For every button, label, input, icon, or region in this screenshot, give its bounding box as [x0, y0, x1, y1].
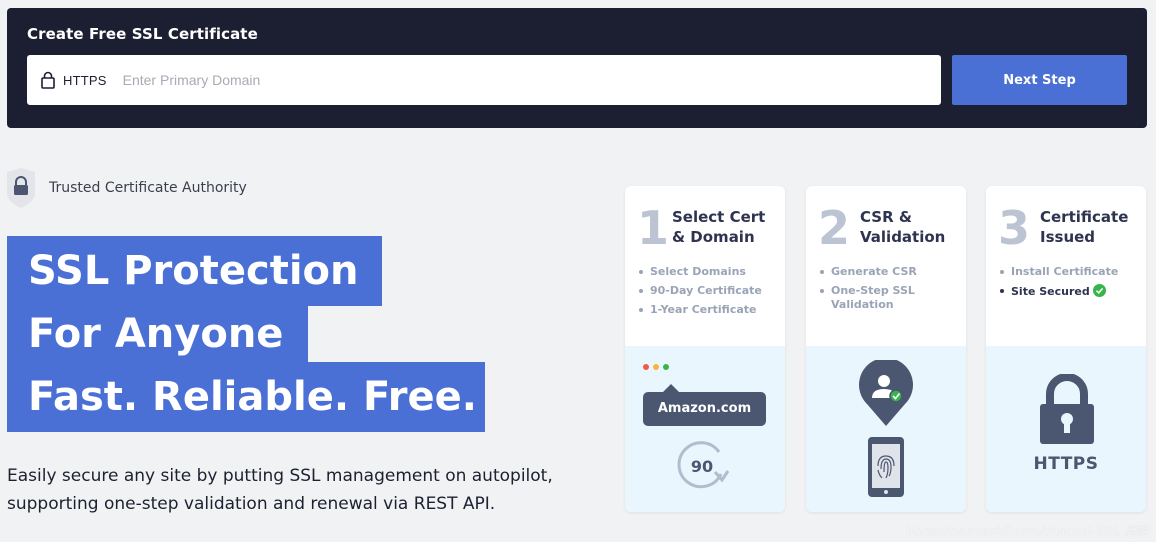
- step-checklist: Generate CSR One-Step SSL Validation: [820, 265, 960, 317]
- step-item: Generate CSR: [820, 265, 960, 279]
- banner-title: Create Free SSL Certificate: [27, 25, 258, 43]
- renewal-cycle-icon: 90: [675, 438, 735, 492]
- fingerprint-phone-icon: [867, 436, 905, 498]
- step-card-certificate-issued: 3 Certificate Issued Install Certificate…: [986, 186, 1146, 512]
- step-item-label: Site Secured: [1011, 285, 1090, 298]
- next-step-button[interactable]: Next Step: [952, 55, 1127, 105]
- step-illustration: [806, 346, 966, 512]
- description: Easily secure any site by putting SSL ma…: [7, 466, 553, 514]
- step-title: Certificate Issued: [1040, 208, 1129, 246]
- step-number: 2: [818, 201, 851, 255]
- verified-user-pin-icon: [857, 357, 915, 428]
- https-label: HTTPS: [1033, 454, 1099, 474]
- check-circle-icon: [1092, 284, 1106, 297]
- step-checklist: Install Certificate Site Secured: [1000, 265, 1140, 304]
- renewal-days-label: 90: [691, 457, 713, 476]
- step-title: CSR & Validation: [860, 208, 946, 246]
- step-item: 1-Year Certificate: [639, 303, 779, 317]
- create-ssl-banner: Create Free SSL Certificate HTTPS Next S…: [7, 8, 1147, 128]
- padlock-icon: [1038, 373, 1096, 446]
- step-item: Select Domains: [639, 265, 779, 279]
- step-checklist: Select Domains 90-Day Certificate 1-Year…: [639, 265, 779, 322]
- headline-line-1: SSL Protection: [7, 236, 382, 306]
- step-number: 3: [998, 201, 1031, 255]
- step-illustration: HTTPS: [986, 346, 1146, 512]
- headline-line-3: Fast. Reliable. Free.: [7, 362, 485, 432]
- step-item-site-secured: Site Secured: [1000, 284, 1140, 299]
- protocol-label: HTTPS: [63, 72, 107, 88]
- step-card-select-cert: 1 Select Cert & Domain Select Domains 90…: [625, 186, 785, 512]
- shield-lock-icon: [7, 168, 35, 208]
- domain-badge: Amazon.com: [643, 384, 766, 426]
- window-dots-icon: [643, 364, 669, 370]
- step-card-csr-validation: 2 CSR & Validation Generate CSR One-Step…: [806, 186, 966, 512]
- step-item: 90-Day Certificate: [639, 284, 779, 298]
- primary-domain-input[interactable]: [122, 55, 941, 105]
- lock-icon: [41, 71, 55, 89]
- trusted-authority-label: Trusted Certificate Authority: [49, 180, 247, 196]
- watermark-url: https://tw.onechil.com/channel-SSL 憑證: [905, 524, 1148, 538]
- headline-line-2: For Anyone: [7, 306, 308, 362]
- step-title: Select Cert & Domain: [672, 208, 766, 246]
- step-item: Install Certificate: [1000, 265, 1140, 279]
- step-illustration: Amazon.com 90: [625, 346, 785, 512]
- step-number: 1: [637, 201, 670, 255]
- domain-input-group: HTTPS: [27, 55, 941, 105]
- trusted-authority-row: Trusted Certificate Authority: [7, 168, 247, 208]
- step-item: One-Step SSL Validation: [820, 284, 960, 312]
